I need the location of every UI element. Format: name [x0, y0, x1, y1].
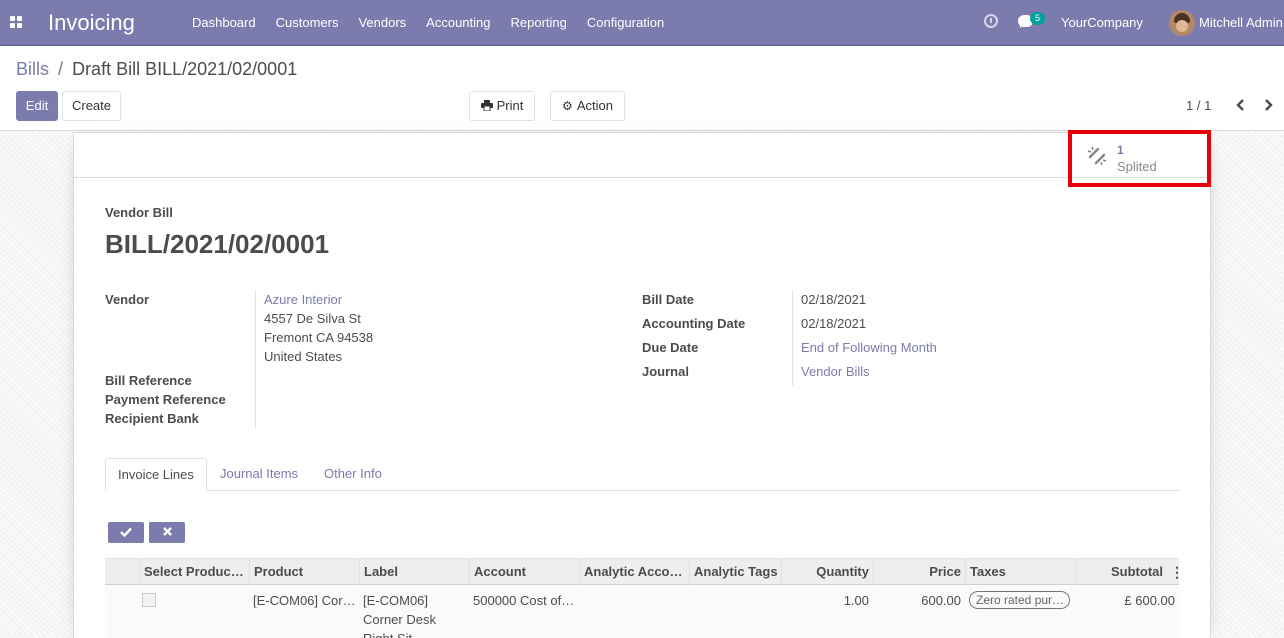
pager-value[interactable]: 1 / 1: [1186, 98, 1211, 113]
create-button[interactable]: Create: [62, 91, 121, 121]
messages-badge: 5: [1030, 12, 1045, 25]
apps-menu-icon[interactable]: [10, 16, 22, 28]
payment-reference-label: Payment Reference: [105, 392, 226, 407]
journal-link[interactable]: Vendor Bills: [801, 364, 870, 379]
bill-date-value: 02/18/2021: [801, 292, 867, 307]
breadcrumb-bills-link[interactable]: Bills: [16, 59, 49, 79]
col-quantity[interactable]: Quantity: [781, 559, 873, 585]
button-box: 1 Splited: [74, 133, 1210, 178]
chevron-left-icon[interactable]: [1233, 97, 1249, 113]
gear-icon: ⚙: [562, 99, 573, 113]
col-analytic-tags[interactable]: Analytic Tags: [689, 559, 781, 585]
vendor-address-line: 4557 De Silva St: [264, 311, 361, 326]
accounting-date-value: 02/18/2021: [801, 316, 867, 331]
highlight-box: [1068, 130, 1211, 187]
col-product[interactable]: Product: [249, 559, 359, 585]
menu-item-accounting[interactable]: Accounting: [416, 0, 500, 46]
row-account[interactable]: 500000 Cost of…: [473, 591, 577, 610]
row-product[interactable]: [E-COM06] Cor…: [253, 591, 357, 610]
action-button[interactable]: ⚙ Action: [550, 91, 625, 121]
col-price[interactable]: Price: [873, 559, 965, 585]
due-date-label: Due Date: [642, 340, 699, 355]
row-label-line[interactable]: Corner Desk: [363, 610, 467, 629]
activity-clock-icon[interactable]: [984, 14, 998, 28]
menu-item-vendors[interactable]: Vendors: [348, 0, 416, 46]
company-switcher[interactable]: YourCompany: [1061, 15, 1143, 30]
app-title[interactable]: Invoicing: [48, 10, 135, 36]
vendor-address-line: Fremont CA 94538: [264, 330, 374, 345]
col-select-product[interactable]: Select Produc…: [139, 559, 249, 585]
document-type-label: Vendor Bill: [105, 205, 173, 220]
vendor-label: Vendor: [105, 292, 150, 307]
menu-item-configuration[interactable]: Configuration: [577, 0, 674, 46]
vendor-link[interactable]: Azure Interior: [264, 292, 342, 307]
field-divider: [255, 290, 256, 428]
row-select-checkbox[interactable]: [142, 593, 156, 607]
col-label[interactable]: Label: [359, 559, 469, 585]
edit-button[interactable]: Edit: [16, 91, 58, 121]
row-price[interactable]: 600.00: [872, 591, 961, 610]
breadcrumb-current: Draft Bill BILL/2021/02/0001: [72, 59, 298, 79]
tab-other-info[interactable]: Other Info: [312, 458, 394, 491]
chevron-right-icon[interactable]: [1260, 97, 1276, 113]
tab-invoice-lines[interactable]: Invoice Lines: [105, 458, 207, 491]
accounting-date-label: Accounting Date: [642, 316, 746, 331]
action-label: Action: [576, 98, 613, 113]
breadcrumb: Bills / Draft Bill BILL/2021/02/0001: [16, 59, 297, 80]
bill-date-label: Bill Date: [642, 292, 695, 307]
close-icon: [162, 527, 172, 536]
menu-item-customers[interactable]: Customers: [266, 0, 349, 46]
bill-number-title: BILL/2021/02/0001: [105, 229, 330, 259]
tab-journal-items[interactable]: Journal Items: [208, 458, 310, 491]
field-divider: [792, 290, 793, 386]
col-account[interactable]: Account: [469, 559, 579, 585]
due-date-link[interactable]: End of Following Month: [801, 340, 937, 355]
main-menu: Dashboard Customers Vendors Accounting R…: [182, 0, 674, 46]
journal-label: Journal: [642, 364, 689, 379]
column-options-icon[interactable]: ⋮: [1167, 559, 1179, 585]
row-label-line[interactable]: [E-COM06]: [363, 591, 467, 610]
vendor-address-line: United States: [264, 349, 343, 364]
col-analytic-account[interactable]: Analytic Acco…: [579, 559, 689, 585]
col-subtotal[interactable]: Subtotal: [1075, 559, 1167, 585]
printer-icon: [480, 100, 493, 111]
row-label-line[interactable]: Right Sit: [363, 629, 467, 638]
print-button[interactable]: Print: [469, 91, 535, 121]
bill-reference-label: Bill Reference: [105, 373, 192, 388]
discard-x-button[interactable]: [149, 522, 185, 543]
user-avatar[interactable]: [1169, 10, 1195, 36]
menu-item-reporting[interactable]: Reporting: [501, 0, 577, 46]
breadcrumb-separator: /: [58, 59, 64, 79]
invoice-lines-header: Select Produc… Product Label Account Ana…: [105, 558, 1179, 585]
col-taxes[interactable]: Taxes: [965, 559, 1075, 585]
print-label: Print: [496, 98, 524, 113]
menu-item-dashboard[interactable]: Dashboard: [182, 0, 266, 46]
confirm-check-button[interactable]: [108, 522, 144, 543]
recipient-bank-label: Recipient Bank: [105, 411, 199, 426]
row-quantity[interactable]: 1.00: [780, 591, 869, 610]
user-menu[interactable]: Mitchell Admin: [1199, 15, 1283, 30]
check-icon: [120, 527, 132, 538]
top-navbar: Invoicing Dashboard Customers Vendors Ac…: [0, 0, 1284, 46]
row-subtotal: £ 600.00: [1124, 593, 1175, 608]
row-tax-tag[interactable]: Zero rated pur…: [969, 591, 1070, 609]
